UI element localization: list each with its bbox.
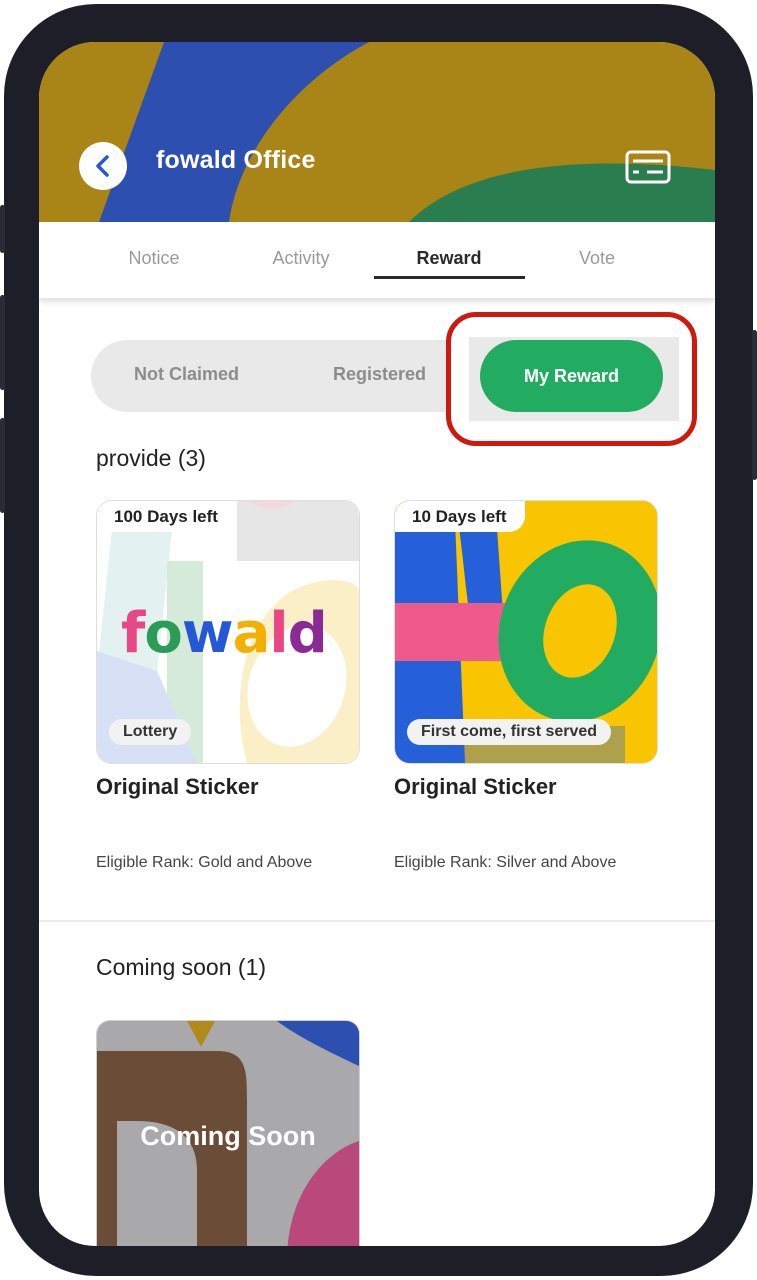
- reward-type-badge: Lottery: [109, 719, 192, 745]
- segment-registered[interactable]: Registered: [333, 364, 426, 385]
- fowald-logo: fowald: [121, 601, 328, 666]
- tab-vote[interactable]: Vote: [527, 248, 667, 269]
- section-divider: [39, 920, 715, 922]
- app-screen: fowald Office Notice Activity Reward Vot…: [39, 42, 715, 1246]
- chevron-left-icon: [96, 155, 109, 177]
- page-title: fowald Office: [156, 146, 316, 174]
- phone-side-button: [0, 418, 5, 513]
- reward-card-2-rank: Eligible Rank: Silver and Above: [394, 854, 617, 871]
- membership-card-icon: [625, 150, 671, 184]
- segment-my-reward[interactable]: My Reward: [480, 340, 663, 412]
- reward-type-badge: First come, first served: [407, 719, 612, 745]
- tab-notice[interactable]: Notice: [84, 248, 224, 269]
- phone-side-button: [0, 295, 5, 390]
- days-left-badge: 100 Days left: [97, 501, 236, 532]
- reward-card-1[interactable]: 100 Days left fowald Lottery: [96, 500, 360, 764]
- provide-section-title: provide (3): [96, 445, 206, 471]
- reward-card-1-rank: Eligible Rank: Gold and Above: [96, 854, 313, 871]
- reward-card-2[interactable]: 10 Days left First come, first served: [394, 500, 658, 764]
- reward-card-2-name: Original Sticker: [394, 774, 557, 799]
- active-tab-indicator: [374, 276, 525, 279]
- phone-side-button: [0, 205, 5, 253]
- coming-soon-section-title: Coming soon (1): [96, 954, 267, 980]
- reward-card-1-name: Original Sticker: [96, 774, 259, 799]
- back-button[interactable]: [79, 142, 127, 190]
- segment-not-claimed[interactable]: Not Claimed: [134, 364, 239, 385]
- coming-soon-label: Coming Soon: [140, 1121, 316, 1151]
- coming-soon-card[interactable]: Coming Soon: [96, 1020, 360, 1246]
- days-left-badge: 10 Days left: [395, 501, 525, 532]
- phone-side-button: [752, 330, 757, 480]
- membership-card-button[interactable]: [625, 150, 671, 184]
- tab-activity[interactable]: Activity: [231, 248, 371, 269]
- header-pattern: [99, 42, 715, 222]
- tab-reward[interactable]: Reward: [379, 248, 519, 269]
- header-banner: fowald Office: [39, 42, 715, 222]
- tab-bar: Notice Activity Reward Vote: [39, 222, 715, 298]
